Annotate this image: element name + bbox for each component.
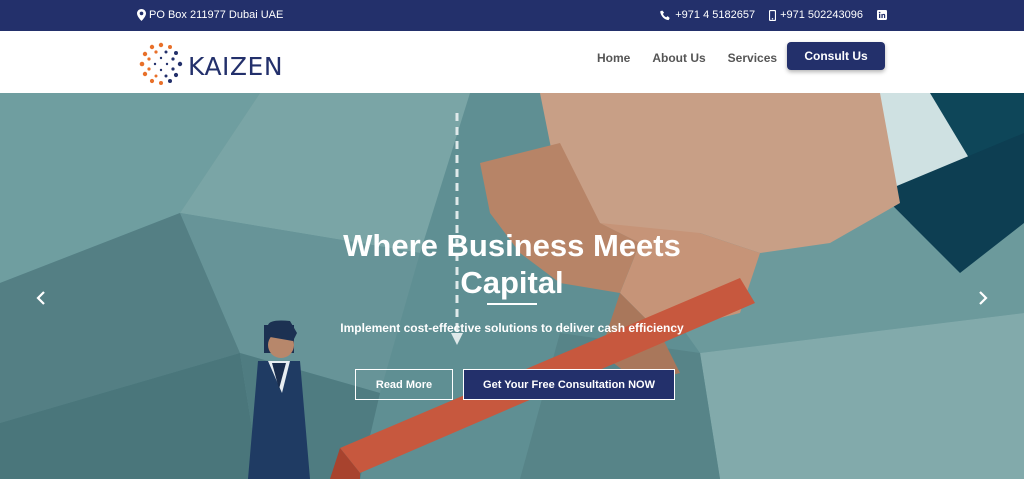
hero-content: Where Business Meets Capital Implement c…	[0, 93, 1024, 479]
logo-mark-icon	[138, 41, 184, 92]
contact-info: +971 4 5182657 +971 502243096	[660, 9, 887, 21]
phone-icon	[660, 9, 671, 21]
read-more-button[interactable]: Read More	[355, 369, 453, 400]
phone-number[interactable]: +971 4 5182657	[675, 9, 755, 21]
chevron-left-icon[interactable]	[31, 288, 51, 308]
mobile-number[interactable]: +971 502243096	[780, 9, 863, 21]
free-consultation-button[interactable]: Get Your Free Consultation NOW	[463, 369, 675, 400]
consult-us-button[interactable]: Consult Us	[787, 42, 885, 70]
address: PO Box 211977 Dubai UAE	[137, 9, 283, 21]
nav-item-home[interactable]: Home	[597, 51, 630, 65]
hero-subline: Implement cost-effective solutions to de…	[340, 321, 684, 335]
mobile-icon	[769, 9, 777, 21]
top-bar: PO Box 211977 Dubai UAE +971 4 5182657 +…	[0, 0, 1024, 31]
hero-headline: Where Business Meets Capital	[343, 228, 681, 300]
nav-menu: Home About Us Services	[597, 51, 777, 65]
headline-divider	[487, 303, 537, 305]
nav-item-about-us[interactable]: About Us	[652, 51, 705, 65]
map-marker-icon	[137, 9, 146, 21]
address-text: PO Box 211977 Dubai UAE	[149, 9, 284, 21]
logo[interactable]: KAIZEN	[138, 41, 283, 92]
chevron-right-icon[interactable]	[973, 288, 993, 308]
main-navigation: KAIZEN Home About Us Services Consult Us	[0, 31, 1024, 94]
brand-name: KAIZEN	[188, 52, 284, 81]
hero-slider: Where Business Meets Capital Implement c…	[0, 93, 1024, 479]
nav-item-services[interactable]: Services	[728, 51, 777, 65]
linkedin-icon[interactable]	[877, 10, 887, 20]
